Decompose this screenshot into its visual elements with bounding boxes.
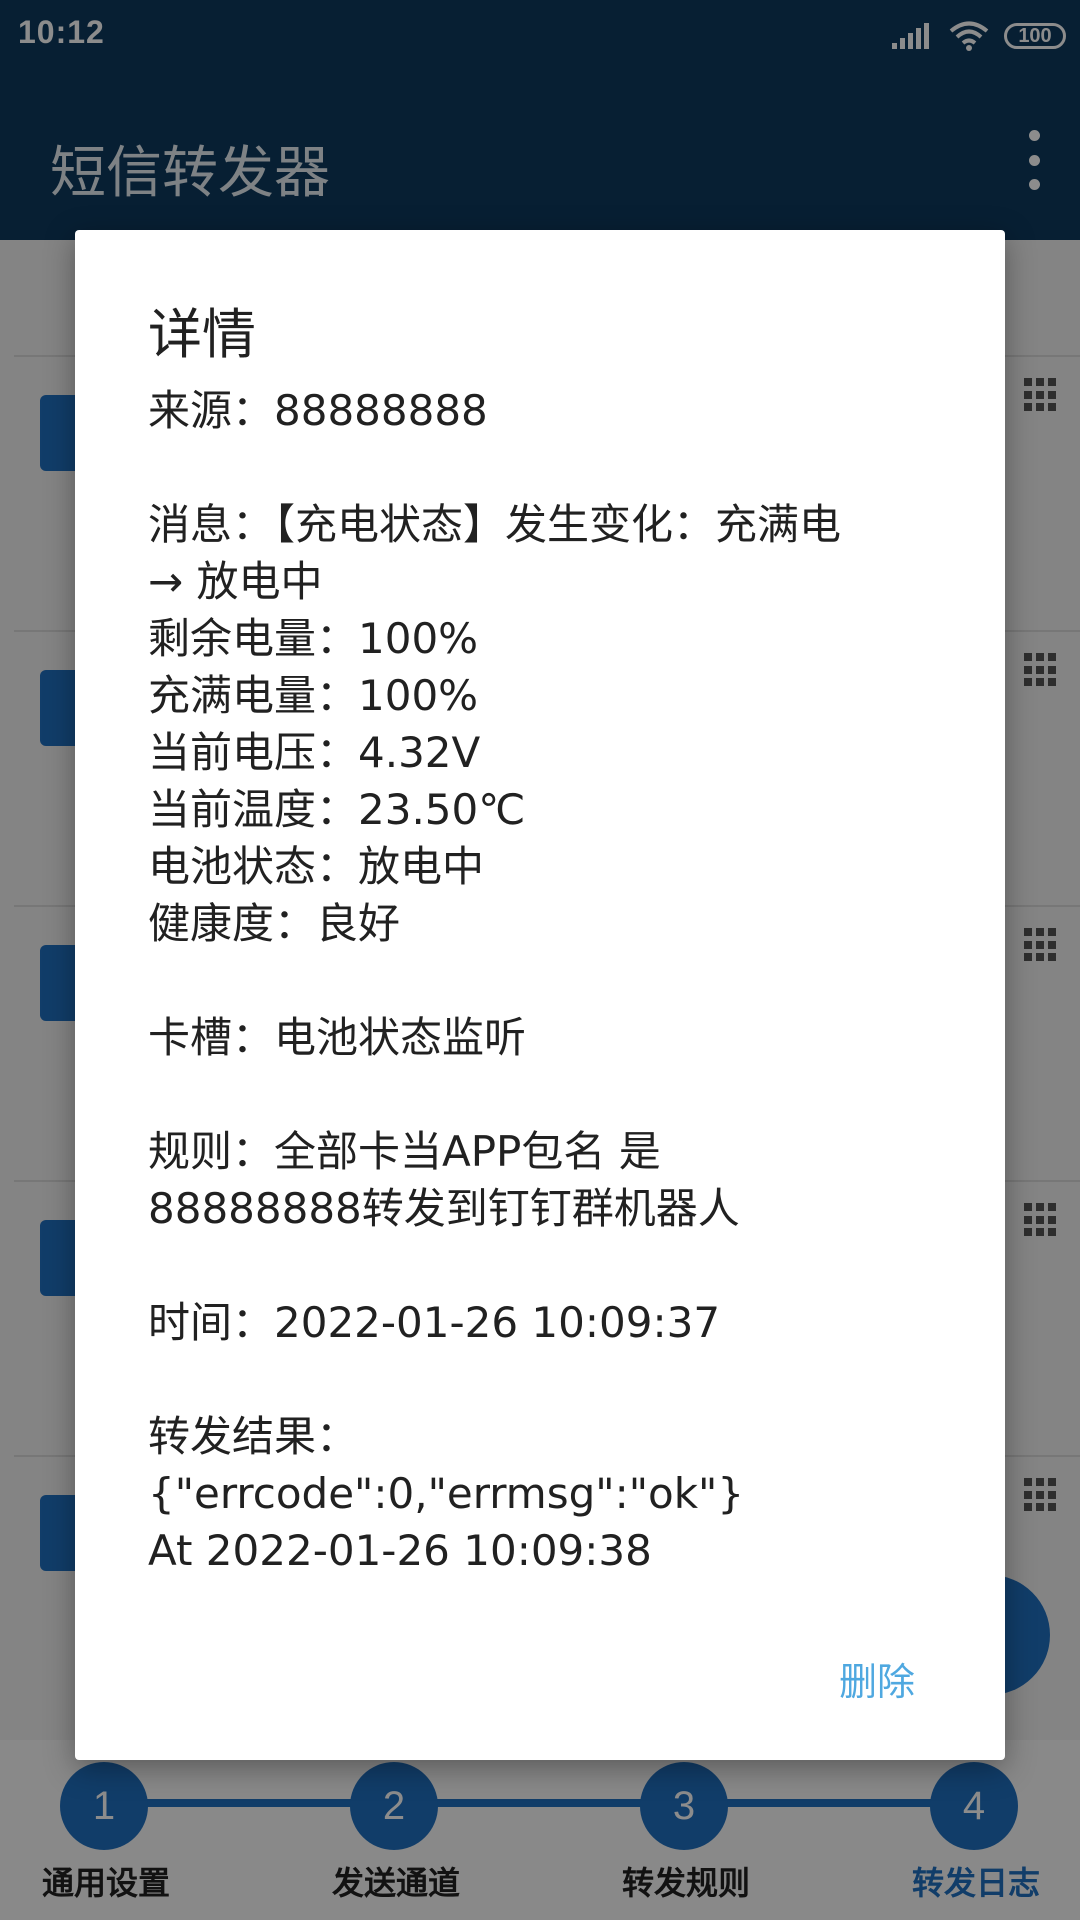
dialog-body: 来源：88888888 消息：【充电状态】发生变化：充满电 → 放电中 剩余电量… <box>148 382 948 1579</box>
detail-rule-line: 规则：全部卡当APP包名 是 <box>148 1127 661 1176</box>
detail-time: 时间：2022-01-26 10:09:37 <box>148 1298 721 1347</box>
delete-button[interactable]: 删除 <box>839 1651 915 1706</box>
detail-message-line: 充满电量：100% <box>148 671 479 720</box>
detail-slot: 卡槽：电池状态监听 <box>148 1013 527 1062</box>
detail-result-line: At 2022-01-26 10:09:38 <box>148 1526 652 1575</box>
detail-message-line: 当前电压：4.32V <box>148 728 481 777</box>
detail-source: 来源：88888888 <box>148 386 488 435</box>
dialog-title: 详情 <box>148 303 256 366</box>
detail-message-line: 电池状态：放电中 <box>148 842 485 891</box>
detail-message-line: 当前温度：23.50℃ <box>148 785 526 834</box>
detail-message-line: 剩余电量：100% <box>148 614 479 663</box>
detail-result-line: 转发结果： <box>148 1412 359 1461</box>
detail-message-line: 健康度：良好 <box>148 899 401 948</box>
details-dialog: 详情 来源：88888888 消息：【充电状态】发生变化：充满电 → 放电中 剩… <box>75 230 1005 1760</box>
detail-result-line: {"errcode":0,"errmsg":"ok"} <box>148 1469 745 1518</box>
detail-message-line: 消息：【充电状态】发生变化：充满电 <box>148 500 842 549</box>
detail-rule-line: 88888888转发到钉钉群机器人 <box>148 1184 740 1233</box>
detail-message-line: → 放电中 <box>148 557 323 606</box>
